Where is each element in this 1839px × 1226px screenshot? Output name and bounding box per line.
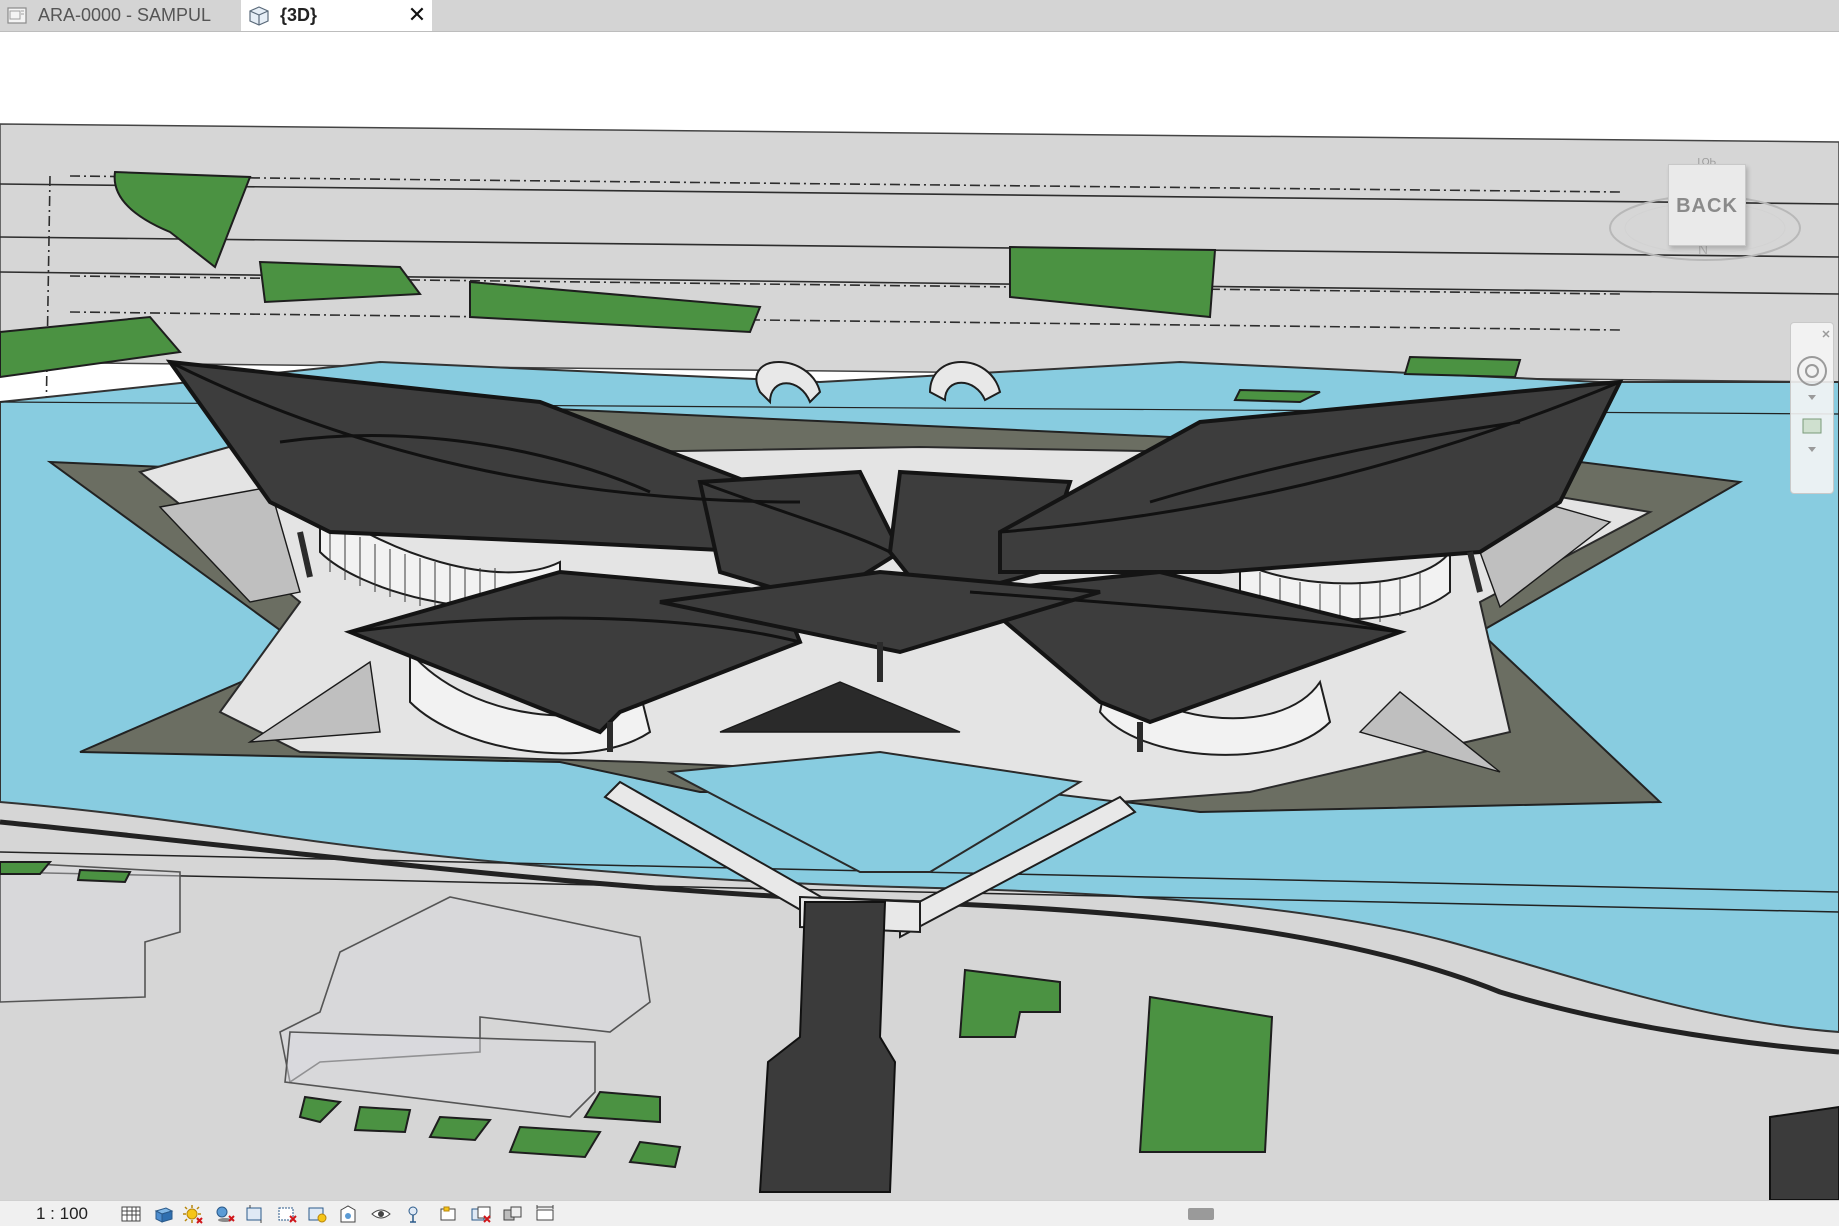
horizontal-scroll-thumb[interactable] — [1188, 1208, 1214, 1220]
tab-label: {3D} — [280, 5, 318, 25]
reveal-constraints-icon[interactable] — [534, 1204, 556, 1224]
zoom-region-icon[interactable] — [1802, 418, 1822, 452]
navigation-bar — [1790, 322, 1834, 494]
cube-back-face[interactable]: BACK — [1668, 164, 1746, 246]
view-scale[interactable]: 1 : 100 — [36, 1204, 88, 1224]
close-tab-icon[interactable]: ✕ — [406, 4, 428, 26]
visual-style-icon[interactable] — [152, 1204, 174, 1224]
temporary-view-properties-icon[interactable] — [470, 1204, 492, 1224]
reveal-hidden-icon[interactable] — [370, 1204, 392, 1224]
nav-dropdown-icon[interactable] — [1808, 395, 1816, 400]
access-road-right — [1769, 1105, 1839, 1200]
highlight-displacement-icon[interactable] — [438, 1204, 460, 1224]
analytical-model-icon[interactable] — [402, 1204, 424, 1224]
sun-path-icon[interactable] — [182, 1204, 204, 1224]
unlock-3d-view-icon[interactable] — [306, 1204, 328, 1224]
detail-level-icon[interactable] — [120, 1204, 142, 1224]
close-navbar-icon[interactable] — [1822, 330, 1830, 338]
show-crop-region-icon[interactable] — [276, 1204, 298, 1224]
tab-3d-view[interactable]: {3D} ✕ — [241, 0, 432, 31]
crop-view-icon[interactable] — [244, 1204, 266, 1224]
worksharing-display-icon[interactable] — [502, 1204, 524, 1224]
tab-sheet-view[interactable]: ARA-0000 - SAMPUL — [0, 0, 236, 31]
view-control-bar: 1 : 100 — [0, 1200, 1839, 1226]
temporary-hide-icon[interactable] — [338, 1204, 360, 1224]
3d-model-view[interactable] — [0, 32, 1839, 1200]
shadows-icon[interactable] — [214, 1204, 236, 1224]
steering-wheel-icon[interactable] — [1797, 356, 1827, 386]
sheet-icon — [7, 6, 27, 24]
cube-face-label: BACK — [1676, 195, 1738, 217]
3d-viewport[interactable]: N TOP BACK — [0, 32, 1839, 1200]
tab-label: ARA-0000 - SAMPUL — [38, 5, 212, 25]
view-tab-bar: ARA-0000 - SAMPUL {3D} ✕ — [0, 0, 1839, 32]
view-cube[interactable]: N TOP BACK — [1600, 150, 1810, 300]
3d-view-icon — [249, 5, 269, 26]
site-ground-upper — [0, 123, 1839, 383]
navigation-bar-icons — [1797, 330, 1830, 452]
